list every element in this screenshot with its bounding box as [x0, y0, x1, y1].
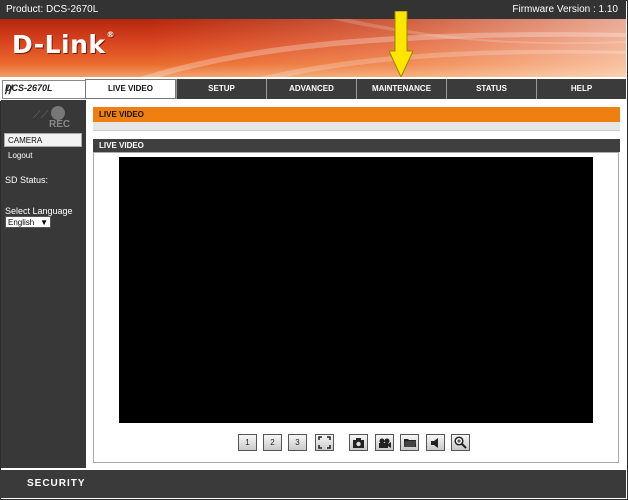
tab-maintenance[interactable]: MAINTENANCE: [356, 79, 446, 99]
sidebar-item-camera[interactable]: CAMERA: [4, 133, 82, 147]
section-title: LIVE VIDEO: [99, 110, 144, 119]
fullscreen-button[interactable]: [315, 434, 334, 451]
sd-status-label: SD Status:: [5, 175, 49, 185]
profile-2-icon: 2: [270, 438, 275, 447]
tab-setup[interactable]: SETUP: [176, 79, 266, 99]
product-name: Product: DCS-2670L: [6, 4, 99, 15]
language-select[interactable]: English ▼: [5, 216, 51, 228]
tab-status[interactable]: STATUS: [446, 79, 536, 99]
slash-decoration: //: [5, 82, 13, 97]
footer: SECURITY: [0, 470, 626, 498]
audio-icon: [430, 438, 438, 448]
tab-help[interactable]: HELP: [536, 79, 626, 99]
zoom-icon: [454, 436, 467, 449]
model-label-box: DCS-2670L //: [2, 80, 86, 99]
fullscreen-icon: [318, 436, 331, 449]
section-title-bar: LIVE VIDEO: [93, 107, 620, 122]
live-video-panel-title: LIVE VIDEO: [99, 141, 144, 150]
tab-advanced[interactable]: ADVANCED: [266, 79, 356, 99]
dlink-logo: D-Link®: [12, 30, 116, 59]
section-divider: [93, 122, 620, 131]
top-bar: Product: DCS-2670L Firmware Version : 1.…: [0, 0, 626, 19]
tab-live-video[interactable]: LIVE VIDEO: [85, 79, 176, 99]
main-tabs: LIVE VIDEO SETUP ADVANCED MAINTENANCE ST…: [85, 79, 626, 99]
record-button[interactable]: [375, 434, 394, 451]
snapshot-icon: [353, 438, 364, 448]
profile-1-button[interactable]: 1: [238, 434, 257, 451]
live-video-panel-header: LIVE VIDEO: [93, 139, 620, 152]
rec-icon: ⟋⟋ REC: [29, 106, 79, 130]
select-language-label: Select Language: [5, 206, 73, 216]
profile-2-button[interactable]: 2: [263, 434, 282, 451]
firmware-version: Firmware Version : 1.10: [512, 4, 618, 15]
footer-security-label: SECURITY: [27, 478, 86, 489]
open-folder-button[interactable]: [400, 434, 419, 451]
profile-1-icon: 1: [245, 438, 250, 447]
language-select-value: English: [8, 218, 35, 227]
record-icon: [378, 438, 391, 448]
sidebar-item-logout[interactable]: Logout: [8, 151, 32, 160]
profile-3-icon: 3: [295, 438, 300, 447]
folder-icon: [403, 439, 416, 447]
snapshot-button[interactable]: [349, 434, 368, 451]
brand-banner: D-Link®: [0, 19, 626, 77]
chevron-down-icon: ▼: [40, 218, 48, 227]
rec-label: REC: [49, 119, 71, 130]
profile-3-button[interactable]: 3: [288, 434, 307, 451]
zoom-button[interactable]: [451, 434, 470, 451]
video-stream[interactable]: [119, 157, 593, 423]
audio-button[interactable]: [426, 434, 445, 451]
down-arrow-annotation-icon: [389, 11, 413, 79]
